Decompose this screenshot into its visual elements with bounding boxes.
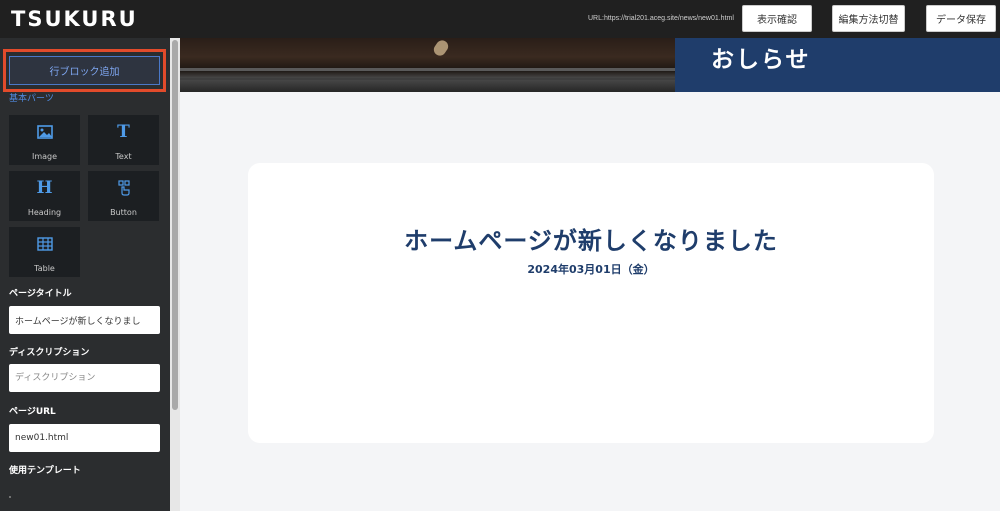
page-url-label: ページURL — [9, 407, 56, 417]
news-title: ホームページが新しくなりました — [404, 227, 778, 255]
hero-image-detail — [180, 68, 675, 71]
page-url-display: URL:https://trial201.aceg.site/news/new0… — [588, 15, 734, 22]
image-icon — [9, 123, 80, 141]
divider-dot — [9, 496, 11, 498]
table-icon — [9, 235, 80, 253]
part-heading[interactable]: H Heading — [9, 171, 80, 221]
part-table[interactable]: Table — [9, 227, 80, 277]
part-button[interactable]: Button — [88, 171, 159, 221]
page-title-label: ページタイトル — [9, 289, 72, 299]
sidebar: 行ブロック追加 基本パーツ Image T Text H Heading But… — [0, 38, 170, 511]
scrollbar-thumb[interactable] — [172, 40, 178, 410]
news-date: 2024年03月01日（金） — [527, 263, 655, 276]
hero-title: おしらせ — [711, 47, 811, 73]
part-label: Image — [31, 152, 58, 161]
button-icon — [88, 179, 159, 197]
top-bar: TSUKURU URL:https://trial201.aceg.site/n… — [0, 0, 1000, 38]
text-icon: T — [117, 122, 130, 142]
save-data-button[interactable]: データ保存 — [926, 5, 996, 32]
heading-icon: H — [36, 178, 53, 198]
part-image[interactable]: Image — [9, 115, 80, 165]
description-input[interactable] — [9, 364, 160, 392]
preview-button[interactable]: 表示確認 — [742, 5, 812, 32]
part-label: Table — [34, 264, 55, 273]
add-row-block-button[interactable]: 行ブロック追加 — [9, 56, 160, 85]
app-logo: TSUKURU — [11, 7, 138, 31]
hero-title-panel: おしらせ — [675, 38, 1000, 92]
basic-parts-label: 基本パーツ — [9, 94, 54, 104]
template-label: 使用テンプレート — [9, 466, 81, 476]
switch-edit-mode-button[interactable]: 編集方法切替 — [832, 5, 905, 32]
sidebar-scrollbar[interactable] — [170, 38, 180, 511]
description-label: ディスクリプション — [9, 348, 90, 358]
hero-image-detail — [431, 38, 451, 58]
page-url-input[interactable]: new01.html — [9, 424, 160, 452]
part-label: Text — [115, 152, 132, 161]
hero-image — [180, 38, 675, 92]
part-label: Heading — [27, 208, 62, 217]
page-title-input[interactable]: ホームページが新しくなりまし — [9, 306, 160, 334]
page-preview: おしらせ ホームページが新しくなりました 2024年03月01日（金） — [180, 38, 1000, 511]
news-card: ホームページが新しくなりました 2024年03月01日（金） — [248, 163, 934, 443]
part-text[interactable]: T Text — [88, 115, 159, 165]
hero-image-detail — [180, 78, 675, 80]
part-label: Button — [110, 208, 137, 217]
